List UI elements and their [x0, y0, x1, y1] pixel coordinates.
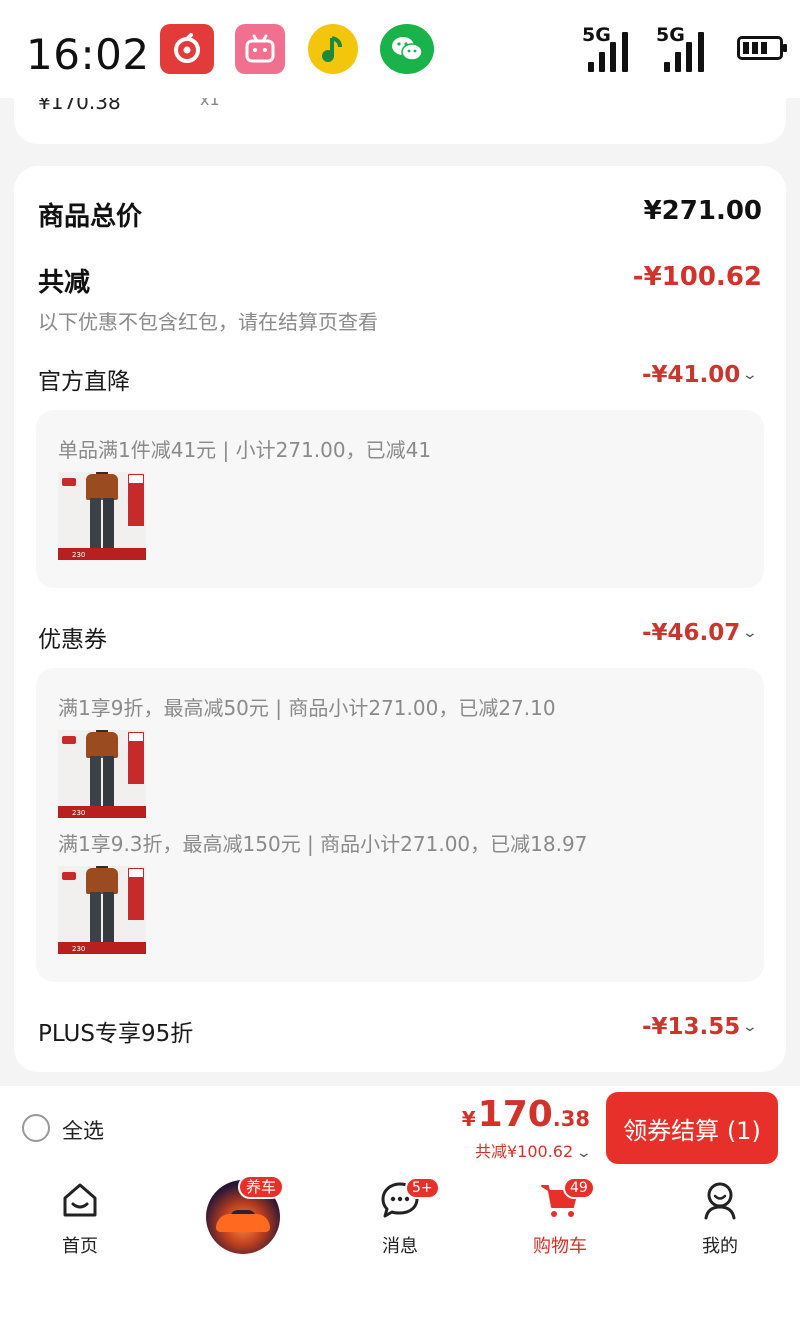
- coupon-toggle[interactable]: -¥46.07 ⌄: [641, 620, 759, 646]
- chevron-down-icon: ⌄: [575, 1145, 593, 1161]
- plus-discount-value: -¥13.55: [641, 1014, 741, 1040]
- checkout-button[interactable]: 领券结算 (1): [606, 1092, 778, 1164]
- coupon-rule: 满1享9.3折，最高减150元 | 商品小计271.00，已减18.97: [58, 832, 588, 856]
- total-price-integer: 170: [477, 1094, 553, 1135]
- tab-cart-label: 购物车: [533, 1236, 587, 1257]
- coupon-value: -¥46.07: [641, 620, 741, 646]
- chevron-down-icon: ⌄: [741, 367, 759, 383]
- official-discount-value: -¥41.00: [641, 362, 741, 388]
- tab-home-label: 首页: [62, 1236, 98, 1257]
- goods-total-value: ¥271.00: [643, 196, 762, 226]
- total-price-decimal: .38: [552, 1107, 590, 1131]
- plus-discount-label: PLUS专享95折: [38, 1021, 194, 1047]
- tab-messages-label: 消息: [382, 1236, 418, 1257]
- signal-icon: 5G: [582, 24, 636, 72]
- home-icon: [63, 1183, 97, 1217]
- coupon-detail: 满1享9折，最高减50元 | 商品小计271.00，已减27.10 230 满1…: [36, 668, 764, 982]
- product-thumbnail[interactable]: 230: [58, 730, 146, 818]
- user-icon: [704, 1182, 736, 1220]
- signal-icon: 5G: [656, 24, 712, 72]
- official-discount-toggle[interactable]: -¥41.00 ⌄: [641, 362, 759, 388]
- netease-music-icon: [160, 24, 214, 74]
- total-saving-toggle[interactable]: 共减¥100.62 ⌄: [475, 1138, 593, 1162]
- discount-note: 以下优惠不包含红包，请在结算页查看: [38, 310, 378, 334]
- wechat-icon: [380, 24, 434, 74]
- total-saving-text: 共减¥100.62: [475, 1142, 574, 1161]
- total-discount-label: 共减: [38, 268, 91, 298]
- battery-icon: [737, 36, 787, 60]
- discount-rule: 单品满1件减41元 | 小计271.00，已减41: [58, 438, 432, 462]
- chevron-down-icon: ⌄: [741, 625, 759, 641]
- chevron-down-icon: ⌄: [741, 1019, 759, 1035]
- product-thumbnail[interactable]: 230: [58, 472, 146, 560]
- coupon-label: 优惠券: [38, 627, 107, 653]
- total-discount-value: -¥100.62: [632, 262, 762, 292]
- plus-discount-toggle[interactable]: -¥13.55 ⌄: [641, 1014, 759, 1040]
- product-thumbnail[interactable]: 230: [58, 866, 146, 954]
- goods-total-label: 商品总价: [38, 202, 143, 232]
- car-service-badge: 养车: [238, 1175, 285, 1199]
- bottom-tab-bar: 首页 消息 购物车 我的: [0, 1172, 800, 1324]
- coupon-rule: 满1享9折，最高减50元 | 商品小计271.00，已减27.10: [58, 696, 556, 720]
- official-discount-detail: 单品满1件减41元 | 小计271.00，已减41 230: [36, 410, 764, 588]
- price-summary-card: 商品总价 ¥271.00 共减 -¥100.62 以下优惠不包含红包，请在结算页…: [14, 166, 786, 1072]
- total-price: ¥ 170 .38: [462, 1094, 590, 1135]
- tab-mine-label: 我的: [702, 1236, 738, 1257]
- bilibili-icon: [235, 24, 285, 74]
- status-time: 16:02: [26, 30, 150, 79]
- cart-badge: 49: [563, 1177, 595, 1199]
- select-all-radio[interactable]: [22, 1114, 50, 1142]
- checkout-bar: 全选 ¥ 170 .38 共减¥100.62 ⌄ 领券结算 (1): [0, 1086, 800, 1172]
- select-all-label[interactable]: 全选: [62, 1115, 104, 1145]
- messages-badge: 5+: [405, 1177, 440, 1199]
- official-discount-label: 官方直降: [38, 369, 130, 395]
- currency-symbol: ¥: [461, 1107, 476, 1131]
- qq-music-icon: [308, 24, 358, 74]
- status-bar: 16:02 5G 5G: [0, 0, 800, 98]
